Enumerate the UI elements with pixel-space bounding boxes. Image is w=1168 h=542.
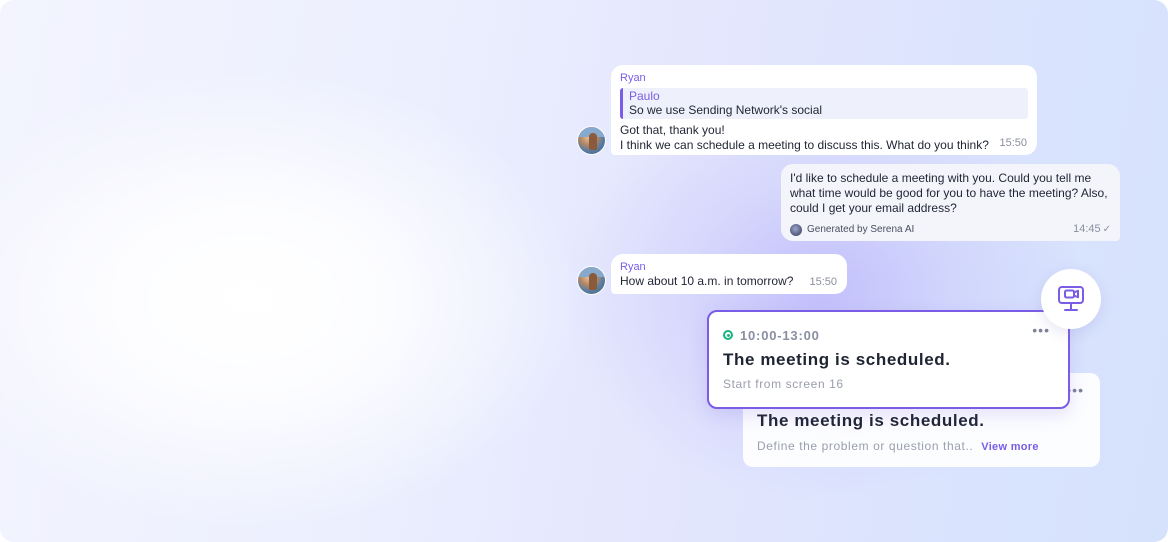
message-text: what time would be good for you to have … — [790, 186, 1108, 200]
message-time: 14:45 ✓ — [1073, 223, 1111, 235]
card-description: Define the problem or question that.. Vi… — [757, 439, 1039, 453]
generated-by-label: Generated by Serena AI — [790, 222, 1111, 237]
message-text: I think we can schedule a meeting to dis… — [620, 138, 989, 152]
message-text: How about 10 a.m. in tomorrow? — [620, 274, 794, 288]
more-dots-icon[interactable]: ••• — [1032, 323, 1050, 337]
sender-name: Ryan — [620, 261, 646, 273]
avatar[interactable] — [577, 266, 606, 295]
meeting-button[interactable] — [1041, 269, 1101, 329]
message-text: could I get your email address? — [790, 201, 957, 215]
message-bubble[interactable]: Ryan How about 10 a.m. in tomorrow? 15:5… — [611, 254, 847, 294]
message-text: I'd like to schedule a meeting with you.… — [790, 171, 1092, 185]
background-canvas: Ryan Paulo So we use Sending Network's s… — [0, 0, 1168, 542]
view-more-link[interactable]: View more — [981, 441, 1039, 453]
card-title: The meeting is scheduled. — [757, 411, 985, 430]
message-bubble-outgoing[interactable]: I'd like to schedule a meeting with you.… — [781, 164, 1120, 241]
message-time: 15:50 — [809, 276, 837, 288]
reply-quote[interactable]: Paulo So we use Sending Network's social — [620, 88, 1028, 119]
avatar[interactable] — [577, 126, 606, 155]
meeting-card[interactable]: 10:00-13:00 ••• The meeting is scheduled… — [707, 310, 1070, 409]
quote-sender: Paulo — [629, 89, 660, 103]
sender-name: Ryan — [620, 72, 646, 84]
card-title: The meeting is scheduled. — [723, 350, 951, 369]
monitor-camera-icon — [1058, 286, 1084, 311]
meeting-time-range: 10:00-13:00 — [740, 328, 820, 343]
serena-avatar-icon — [790, 223, 802, 236]
message-bubble[interactable]: Ryan Paulo So we use Sending Network's s… — [611, 65, 1037, 155]
message-text: Got that, thank you! — [620, 123, 725, 137]
card-subtitle: Start from screen 16 — [723, 377, 844, 391]
quote-text: So we use Sending Network's social — [629, 103, 823, 117]
message-time: 15:50 — [999, 137, 1027, 149]
check-icon: ✓ — [1102, 224, 1111, 235]
status-dot-icon — [723, 330, 733, 340]
